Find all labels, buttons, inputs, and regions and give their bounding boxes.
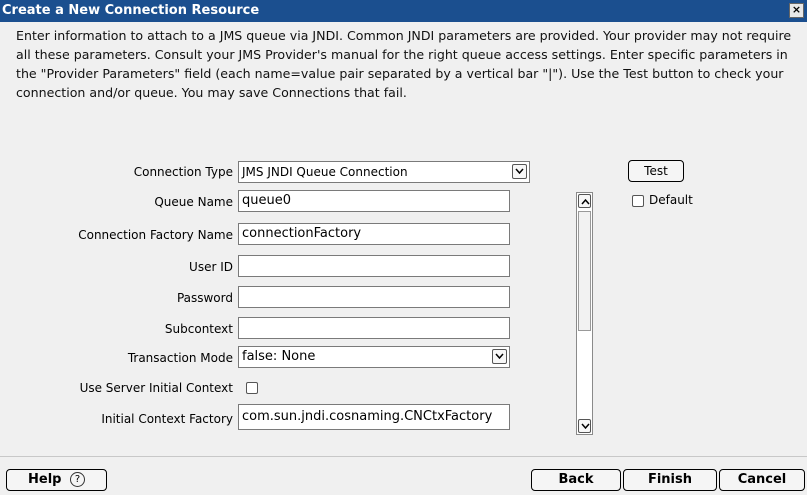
password-input[interactable] xyxy=(238,286,510,308)
transaction-mode-label: Transaction Mode xyxy=(127,351,233,365)
chevron-down-icon[interactable] xyxy=(578,419,591,433)
default-label: Default xyxy=(649,193,693,207)
finish-button[interactable]: Finish xyxy=(623,469,717,491)
help-button-label: Help xyxy=(28,472,62,487)
password-label: Password xyxy=(176,291,233,305)
connection-type-label: Connection Type xyxy=(133,165,233,179)
user-id-input[interactable] xyxy=(238,255,510,277)
connection-type-select[interactable]: JMS JNDI Queue Connection xyxy=(238,161,530,183)
help-button[interactable]: Help ? xyxy=(6,469,107,491)
scrollbar-thumb[interactable] xyxy=(578,211,591,331)
transaction-mode-select[interactable]: false: None xyxy=(238,346,510,368)
close-icon[interactable]: × xyxy=(789,3,804,18)
form-scrollbar[interactable] xyxy=(576,192,593,435)
dialog-titlebar: Create a New Connection Resource × xyxy=(0,0,807,22)
help-icon: ? xyxy=(70,472,85,487)
instructions-text: Enter information to attach to a JMS que… xyxy=(16,28,792,100)
dialog-title: Create a New Connection Resource xyxy=(2,3,260,18)
use-server-initial-context-label: Use Server Initial Context xyxy=(79,381,233,395)
queue-name-label: Queue Name xyxy=(154,195,233,209)
chevron-up-icon[interactable] xyxy=(578,194,591,208)
test-button[interactable]: Test xyxy=(628,160,684,182)
transaction-mode-value: false: None xyxy=(242,349,316,364)
connection-factory-name-label: Connection Factory Name xyxy=(78,228,233,242)
cancel-button[interactable]: Cancel xyxy=(719,469,805,491)
footer-separator xyxy=(0,456,807,457)
chevron-down-icon[interactable] xyxy=(512,164,527,179)
connection-factory-name-input[interactable]: connectionFactory xyxy=(238,223,510,245)
user-id-label: User ID xyxy=(189,260,233,274)
subcontext-label: Subcontext xyxy=(164,322,233,336)
connection-type-value: JMS JNDI Queue Connection xyxy=(242,165,408,179)
chevron-down-icon[interactable] xyxy=(492,349,507,364)
initial-context-factory-label: Initial Context Factory xyxy=(101,412,233,426)
initial-context-factory-input[interactable]: com.sun.jndi.cosnaming.CNCtxFactory xyxy=(238,404,510,430)
subcontext-input[interactable] xyxy=(238,317,510,339)
queue-name-input[interactable]: queue0 xyxy=(238,190,510,212)
default-checkbox[interactable] xyxy=(632,195,644,207)
use-server-initial-context-checkbox[interactable] xyxy=(246,382,258,394)
back-button[interactable]: Back xyxy=(531,469,621,491)
